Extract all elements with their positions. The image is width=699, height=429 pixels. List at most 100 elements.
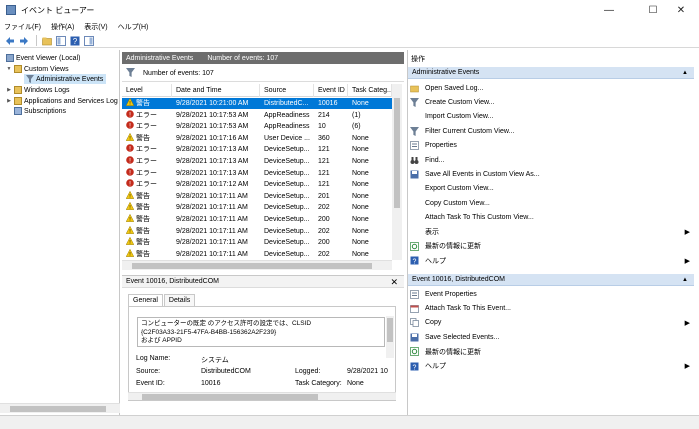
action-item[interactable]: Filter Current Custom View...	[410, 124, 694, 138]
scrollbar-thumb[interactable]	[132, 263, 372, 269]
folder-up-icon[interactable]	[41, 35, 52, 46]
chevron-right-icon[interactable]: ▶	[6, 87, 12, 93]
show-hide-tree-icon[interactable]	[55, 35, 66, 46]
scrollbar-thumb[interactable]	[394, 98, 400, 208]
table-row[interactable]: ! 警告 9/28/2021 10:17:11 AM DeviceSetup... 20…	[122, 214, 392, 225]
close-window-button[interactable]: ✕	[663, 0, 699, 20]
event-list-vertical-scrollbar[interactable]	[392, 84, 402, 260]
tree-item-administrative-events[interactable]: Administrative Events	[24, 74, 107, 84]
column-source[interactable]: Source	[260, 84, 314, 97]
action-item[interactable]: 表示 ▶	[410, 225, 694, 239]
action-item[interactable]: Attach Task To This Event...	[410, 301, 694, 315]
cell-id: 202	[318, 204, 330, 212]
level-text: エラー	[136, 146, 157, 154]
forward-arrow-icon[interactable]	[18, 35, 29, 46]
action-item[interactable]: 最新の情報に更新	[410, 239, 694, 253]
filter-icon	[126, 68, 135, 79]
toolbar: ?	[0, 34, 699, 48]
close-icon[interactable]: ✕	[390, 276, 398, 289]
column-date-time[interactable]: Date and Time	[172, 84, 260, 97]
tree-item-subscriptions[interactable]: Subscriptions	[12, 106, 66, 116]
table-row[interactable]: ! 警告 9/28/2021 10:17:16 AM User Device ... 3…	[122, 132, 392, 144]
level-text: 警告	[136, 134, 150, 142]
chevron-right-icon[interactable]: ▶	[6, 98, 12, 104]
cell-date: 9/28/2021 10:17:16 AM	[176, 134, 249, 142]
action-label: 表示	[425, 229, 439, 236]
scrollbar-thumb[interactable]	[10, 406, 106, 412]
detail-horizontal-scrollbar[interactable]	[128, 392, 396, 400]
column-level[interactable]: Level	[122, 84, 172, 97]
view-name: Administrative Events	[126, 54, 194, 62]
action-item[interactable]: Import Custom View...	[410, 110, 694, 124]
subscriptions-icon	[14, 107, 22, 115]
cell-task: None	[352, 146, 369, 154]
table-row[interactable]: ! 警告 9/28/2021 10:17:11 AM DeviceSetup... 20…	[122, 248, 392, 260]
show-action-pane-icon[interactable]	[83, 35, 94, 46]
chevron-down-icon[interactable]: ▼	[6, 66, 12, 72]
table-row[interactable]: ! エラー 9/28/2021 10:17:12 AM DeviceSetup... 1…	[122, 179, 392, 190]
cell-date: 9/28/2021 10:17:11 AM	[176, 192, 248, 200]
scrollbar-thumb[interactable]	[387, 318, 393, 342]
log-name-value: システム	[201, 357, 229, 364]
action-item[interactable]: Create Custom View...	[410, 95, 694, 109]
event-detail-title: Event 10016, DistributedCOM	[126, 278, 219, 285]
action-item[interactable]: Properties	[410, 139, 694, 153]
menu-file[interactable]: ファイル(F)	[4, 22, 41, 32]
minimize-button[interactable]: —	[591, 0, 627, 20]
table-row[interactable]: ! エラー 9/28/2021 10:17:13 AM DeviceSetup... 1…	[122, 167, 392, 179]
column-event-id[interactable]: Event ID	[314, 84, 348, 97]
collapse-caret-icon[interactable]: ▲	[682, 70, 688, 76]
cell-date: 9/28/2021 10:17:11 AM	[176, 204, 248, 212]
tree-item-applications-services[interactable]: ▶ Applications and Services Log	[6, 96, 118, 106]
actions-section-selected-event[interactable]: Event 10016, DistributedCOM ▲	[408, 274, 694, 286]
table-row[interactable]: ! エラー 9/28/2021 10:17:53 AM AppReadiness 10 (…	[122, 121, 392, 132]
table-row[interactable]: ! 警告 9/28/2021 10:21:00 AM DistributedC... 1…	[122, 98, 392, 109]
submenu-arrow-icon: ▶	[684, 229, 690, 236]
event-description[interactable]: コンピューターの既定 のアクセス許可の設定では、CLSID {C2F03A33-…	[137, 317, 385, 347]
action-item[interactable]: Copy ▶	[410, 316, 694, 330]
menu-view[interactable]: 表示(V)	[84, 22, 107, 32]
tree-horizontal-scrollbar[interactable]	[0, 403, 120, 413]
action-item[interactable]: ? ヘルプ ▶	[410, 254, 694, 268]
action-item[interactable]: 最新の情報に更新	[410, 345, 694, 359]
tree-item-windows-logs[interactable]: ▶ Windows Logs	[6, 85, 70, 95]
actions-section-administrative-events[interactable]: Administrative Events ▲	[408, 67, 694, 79]
scrollbar-thumb[interactable]	[142, 394, 318, 400]
action-item[interactable]: Save All Events in Custom View As...	[410, 167, 694, 181]
back-arrow-icon[interactable]	[4, 35, 15, 46]
table-row[interactable]: ! エラー 9/28/2021 10:17:13 AM DeviceSetup... 1…	[122, 144, 392, 155]
table-row[interactable]: ! エラー 9/28/2021 10:17:53 AM AppReadiness 214…	[122, 109, 392, 121]
properties-icon	[410, 289, 419, 299]
table-row[interactable]: ! 警告 9/28/2021 10:17:11 AM DeviceSetup... 20…	[122, 225, 392, 237]
action-item[interactable]: Attach Task To This Custom View...	[410, 211, 694, 225]
error-icon: !	[126, 109, 134, 118]
description-scrollbar[interactable]	[386, 316, 394, 358]
help-icon[interactable]: ?	[69, 35, 80, 46]
action-item[interactable]: Open Saved Log...	[410, 81, 694, 95]
menu-action[interactable]: 操作(A)	[51, 22, 74, 32]
event-count-header: Number of events: 107	[207, 54, 279, 62]
action-item[interactable]: Find...	[410, 153, 694, 167]
action-item[interactable]: Export Custom View...	[410, 182, 694, 196]
column-task-category[interactable]: Task Categ...	[348, 84, 392, 97]
tab-general[interactable]: General	[128, 294, 163, 306]
action-item[interactable]: ? ヘルプ ▶	[410, 359, 694, 373]
event-detail-tabs: General Details	[128, 294, 196, 306]
event-list-horizontal-scrollbar[interactable]	[122, 260, 392, 270]
collapse-caret-icon[interactable]: ▲	[682, 277, 688, 283]
table-row[interactable]: ! 警告 9/28/2021 10:17:11 AM DeviceSetup... 20…	[122, 237, 392, 248]
action-item[interactable]: Copy Custom View...	[410, 196, 694, 210]
tree-item-custom-views[interactable]: ▼ Custom Views	[6, 64, 69, 74]
tree-item-event-viewer-local[interactable]: Event Viewer (Local)	[4, 53, 80, 63]
tab-details[interactable]: Details	[163, 294, 196, 306]
status-bar	[0, 415, 699, 429]
cell-level: ! エラー	[122, 167, 172, 179]
action-item[interactable]: Event Properties	[410, 287, 694, 301]
table-row[interactable]: ! 警告 9/28/2021 10:17:11 AM DeviceSetup... 20…	[122, 190, 392, 202]
table-row[interactable]: ! 警告 9/28/2021 10:17:11 AM DeviceSetup... 20…	[122, 202, 392, 213]
action-item[interactable]: Save Selected Events...	[410, 330, 694, 344]
cell-level: ! 警告	[122, 98, 172, 109]
cell-source: DeviceSetup...	[264, 216, 310, 223]
menu-help[interactable]: ヘルプ(H)	[118, 22, 149, 32]
table-row[interactable]: ! エラー 9/28/2021 10:17:13 AM DeviceSetup... 1…	[122, 156, 392, 167]
